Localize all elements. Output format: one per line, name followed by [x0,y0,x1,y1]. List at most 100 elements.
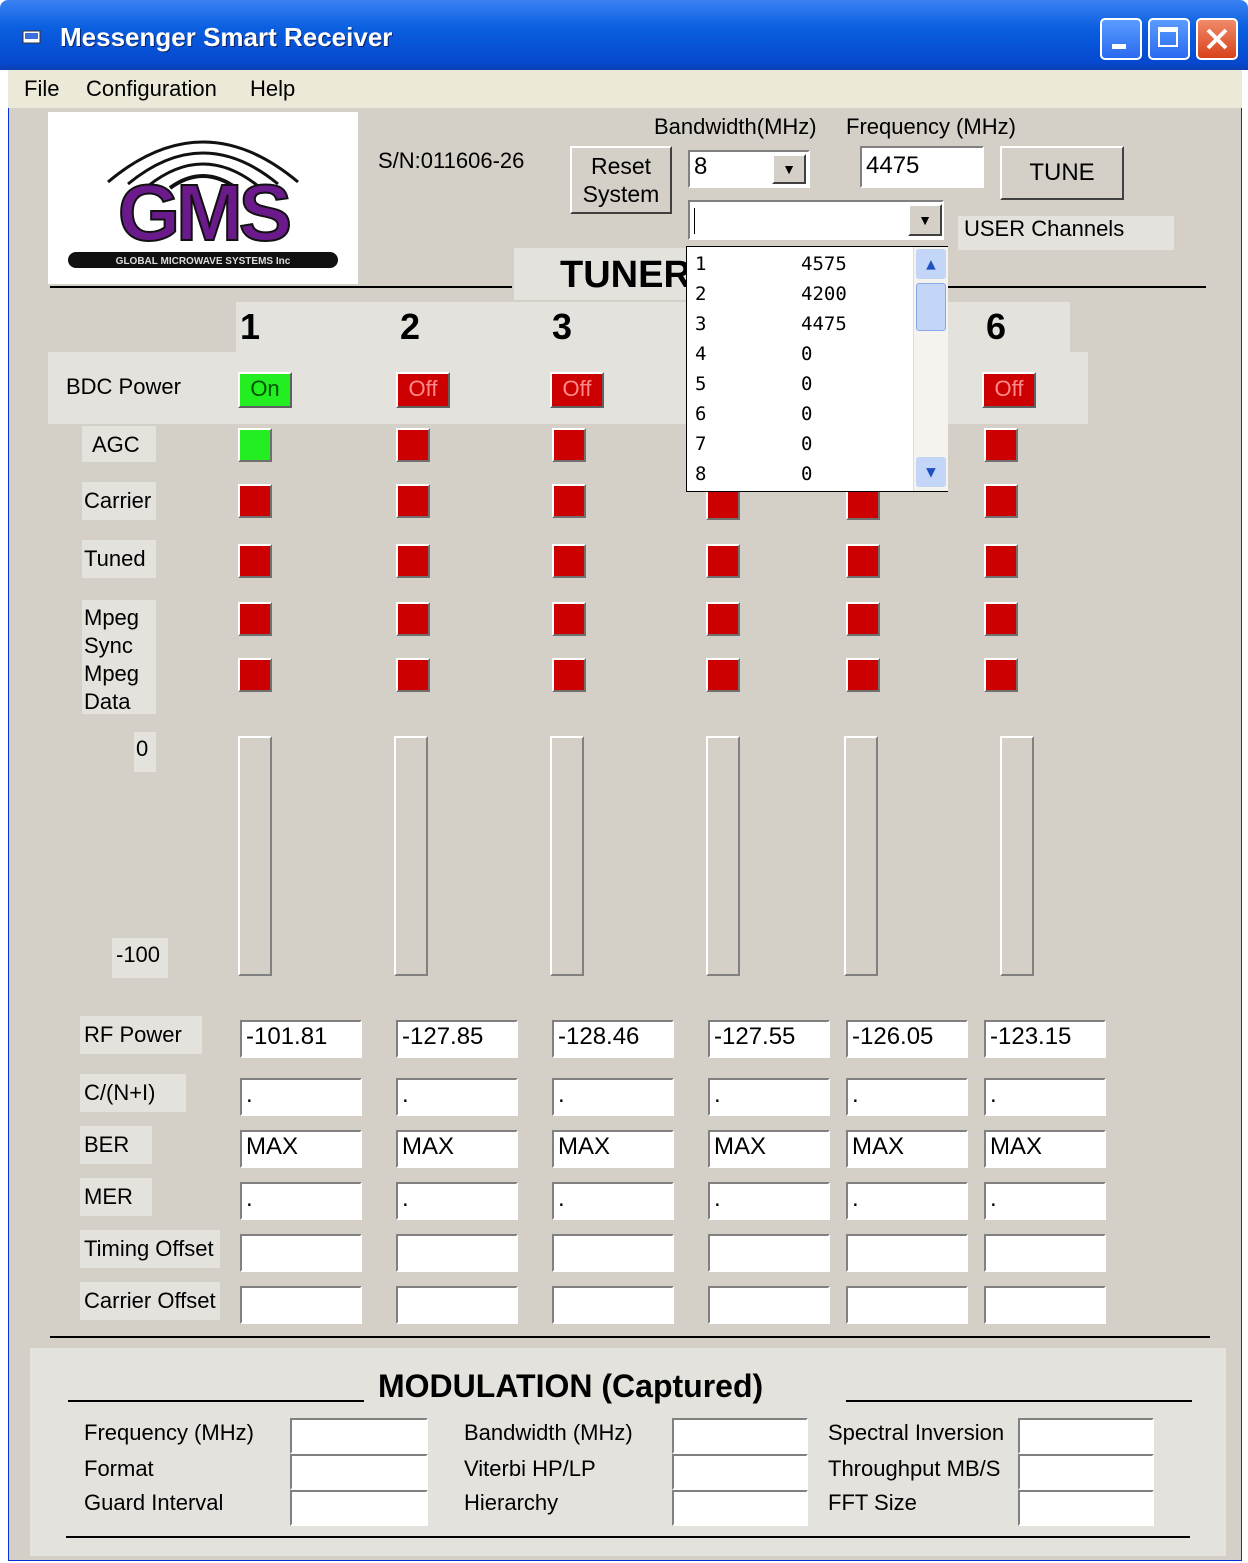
app-icon [22,28,42,46]
bdc-power-toggle-3[interactable]: Off [550,372,604,408]
tuner-column-1: 1 [240,306,261,347]
timing-offset-field[interactable] [552,1234,674,1272]
cn-field[interactable]: . [708,1078,830,1116]
bdc-power-label: BDC Power [66,374,181,399]
reset-label-line2: System [582,181,660,207]
timing-offset-field[interactable] [984,1234,1106,1272]
user-channels-dropdown-button[interactable]: ▼ [908,204,942,236]
timing-offset-field[interactable] [240,1234,362,1272]
rf-power-field[interactable]: -101.81 [240,1020,362,1058]
channel-frequency[interactable]: 4200 [801,283,847,305]
mod-format-label: Format [84,1456,154,1481]
rf-power-field[interactable]: -128.46 [552,1020,674,1058]
carrier-offset-field[interactable] [708,1286,830,1324]
mer-field[interactable]: . [552,1182,674,1220]
signal-meter [238,736,272,976]
status-led [238,658,272,692]
carrier-offset-field[interactable] [240,1286,362,1324]
carrier-offset-field[interactable] [846,1286,968,1324]
channel-frequency[interactable]: 4475 [801,313,847,335]
cn-field[interactable]: . [846,1078,968,1116]
channel-number[interactable]: 4 [695,343,706,365]
status-led [706,602,740,636]
bdc-power-toggle-6[interactable]: Off [982,372,1036,408]
scroll-down-icon[interactable]: ▼ [916,457,946,487]
channel-number[interactable]: 1 [695,253,706,275]
carrier-offset-field[interactable] [552,1286,674,1324]
scroll-up-icon[interactable]: ▲ [916,249,946,279]
rf-power-field[interactable]: -127.85 [396,1020,518,1058]
signal-meter [550,736,584,976]
mer-field[interactable]: . [240,1182,362,1220]
ber-field[interactable]: MAX [984,1130,1106,1168]
menu-help[interactable]: Help [250,76,295,102]
ber-field[interactable]: MAX [396,1130,518,1168]
status-led [706,544,740,578]
timing-offset-field[interactable] [396,1234,518,1272]
channel-number[interactable]: 2 [695,283,706,305]
bdc-power-toggle-1[interactable]: On [238,372,292,408]
cn-field[interactable]: . [552,1078,674,1116]
channel-number[interactable]: 6 [695,403,706,425]
carrier-offset-field[interactable] [984,1286,1106,1324]
channel-frequency[interactable]: 0 [801,343,812,365]
timing-offset-field[interactable] [846,1234,968,1272]
user-channels-list[interactable]: 1 4575 2 4200 3 4475 4 0 5 0 6 0 7 0 8 0 ▲ ▼ [686,246,948,492]
mod-hierarchy-label: Hierarchy [464,1490,559,1515]
cn-field[interactable]: . [984,1078,1106,1116]
ber-field[interactable]: MAX [552,1130,674,1168]
reset-system-button[interactable]: Reset System [570,146,672,214]
rf-power-field[interactable]: -126.05 [846,1020,968,1058]
bandwidth-dropdown-button[interactable]: ▼ [772,154,806,184]
status-led [396,484,430,518]
channel-frequency[interactable]: 0 [801,373,812,395]
mod-spectral-inversion-label: Spectral Inversion [828,1420,1005,1445]
ber-field[interactable]: MAX [846,1130,968,1168]
status-led [552,484,586,518]
menu-configuration[interactable]: Configuration [86,76,217,102]
mer-label: MER [84,1184,133,1209]
timing-offset-field[interactable] [708,1234,830,1272]
logo-subtext: GLOBAL MICROWAVE SYSTEMS Inc [116,256,291,267]
channel-frequency[interactable]: 0 [801,403,812,425]
channel-number[interactable]: 7 [695,433,706,455]
mod-throughput-label: Throughput MB/S [828,1456,1001,1481]
tune-button[interactable]: TUNE [1000,146,1124,200]
chevron-down-icon: ▼ [918,212,932,228]
rf-power-field[interactable]: -123.15 [984,1020,1106,1058]
ber-field[interactable]: MAX [240,1130,362,1168]
mod-fft-size-label: FFT Size [828,1490,917,1515]
bdc-power-toggle-2[interactable]: Off [396,372,450,408]
channel-number[interactable]: 3 [695,313,706,335]
dropdown-scrollbar[interactable]: ▲ ▼ [913,247,948,491]
cn-field[interactable]: . [396,1078,518,1116]
reset-label-line1: Reset [590,153,652,179]
mer-field[interactable]: . [984,1182,1106,1220]
minimize-button[interactable] [1100,18,1142,60]
signal-meter [706,736,740,976]
channel-frequency[interactable]: 4575 [801,253,847,275]
mer-field[interactable]: . [708,1182,830,1220]
menu-file[interactable]: File [24,76,59,102]
frequency-input[interactable]: 4475 [860,146,984,188]
modulation-divider-top [50,1336,1210,1338]
carrier-offset-field[interactable] [396,1286,518,1324]
rf-power-field[interactable]: -127.55 [708,1020,830,1058]
mer-field[interactable]: . [396,1182,518,1220]
channel-number[interactable]: 5 [695,373,706,395]
channel-number[interactable]: 8 [695,463,706,485]
mpeg-sync-label: Mpeg Sync [84,605,140,658]
close-button[interactable] [1196,18,1238,60]
maximize-button[interactable] [1148,18,1190,60]
channel-frequency[interactable]: 0 [801,433,812,455]
cn-field[interactable]: . [240,1078,362,1116]
title-bar[interactable]: Messenger Smart Receiver [0,0,1248,70]
mod-fft-size-field [1018,1490,1154,1526]
channel-frequency[interactable]: 0 [801,463,812,485]
ber-field[interactable]: MAX [708,1130,830,1168]
status-led [552,602,586,636]
user-channels-select[interactable] [688,200,944,240]
mod-viterbi-label: Viterbi HP/LP [464,1456,596,1481]
mer-field[interactable]: . [846,1182,968,1220]
scroll-thumb[interactable] [916,283,946,331]
